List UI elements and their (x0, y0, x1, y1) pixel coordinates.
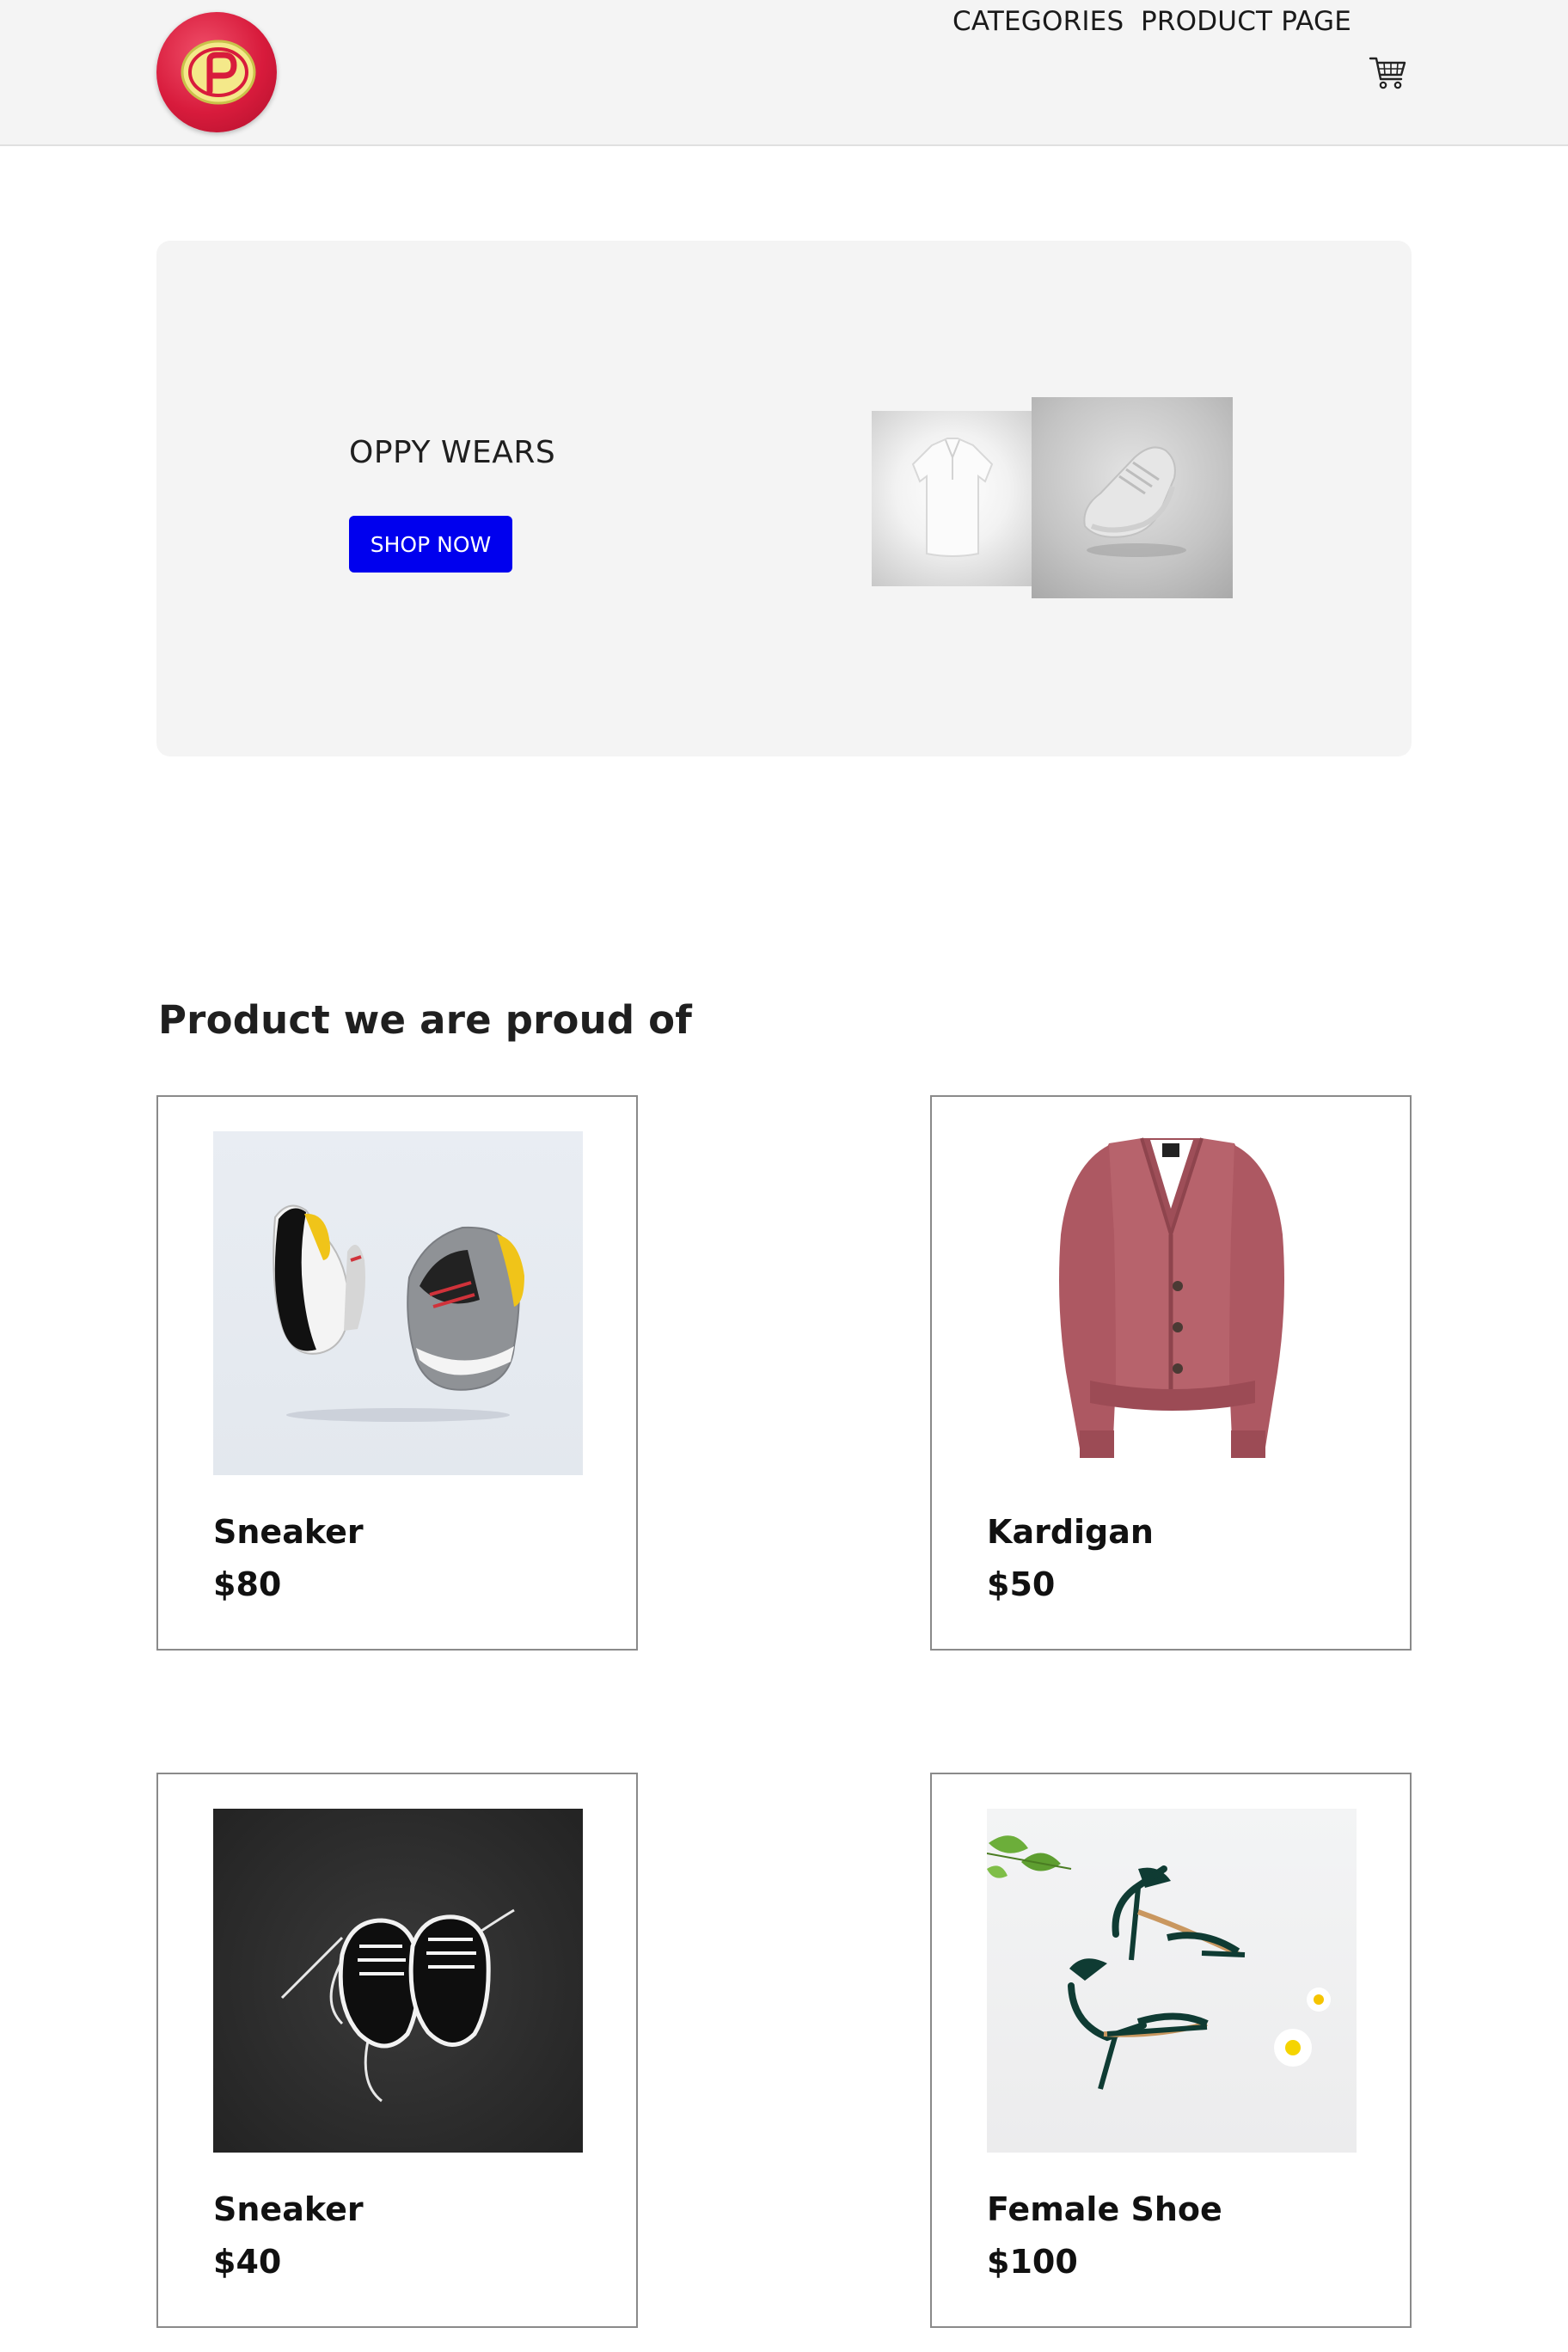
hero-banner: OPPY WEARS SHOP NOW (156, 241, 1412, 756)
product-image-black-sneakers[interactable] (213, 1809, 583, 2153)
site-header: CATEGORIES PRODUCT PAGE (0, 0, 1568, 146)
product-card[interactable]: Sneaker $40 (156, 1773, 638, 2328)
hero-sneaker-image (1032, 397, 1233, 598)
product-card[interactable]: Female Shoe $100 (930, 1773, 1412, 2328)
product-card[interactable]: Kardigan $50 (930, 1095, 1412, 1651)
nav-product-page-link[interactable]: PRODUCT PAGE (1141, 0, 1351, 43)
product-price: $100 (987, 2243, 1078, 2281)
shop-now-button[interactable]: SHOP NOW (349, 516, 512, 573)
nav-categories-link[interactable]: CATEGORIES (952, 0, 1124, 43)
product-name[interactable]: Sneaker (213, 2190, 364, 2228)
product-image-green-sandals[interactable] (987, 1809, 1357, 2153)
product-price: $80 (213, 1565, 282, 1603)
product-card[interactable]: Sneaker $80 (156, 1095, 638, 1651)
hero-shirt-image (872, 411, 1033, 586)
product-name[interactable]: Sneaker (213, 1513, 364, 1551)
shopping-cart-icon[interactable] (1369, 53, 1406, 91)
product-name[interactable]: Female Shoe (987, 2190, 1222, 2228)
product-price: $50 (987, 1565, 1056, 1603)
hero-title: OPPY WEARS (349, 435, 556, 470)
product-price: $40 (213, 2243, 282, 2281)
section-title: Product we are proud of (158, 997, 693, 1043)
product-image-pink-cardigan[interactable] (987, 1131, 1357, 1475)
product-name[interactable]: Kardigan (987, 1513, 1154, 1551)
logo[interactable] (156, 12, 277, 132)
product-image-sneaker-grey-yellow[interactable] (213, 1131, 583, 1475)
logo-mark-icon (181, 40, 256, 105)
